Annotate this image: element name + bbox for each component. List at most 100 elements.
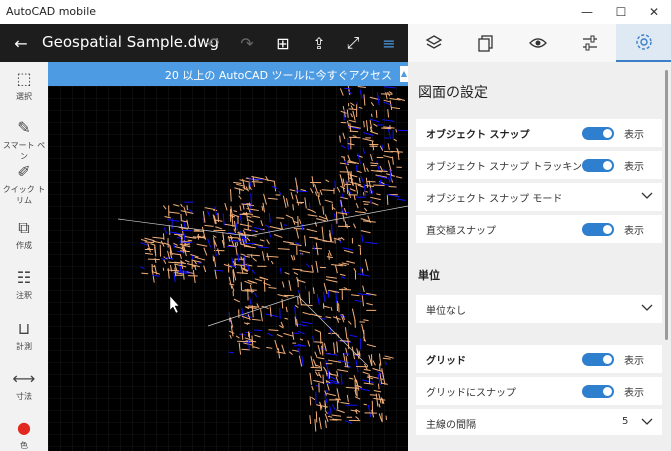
map-line: [237, 253, 240, 262]
drawing-canvas[interactable]: [48, 86, 408, 451]
map-line: [250, 193, 252, 205]
tool-smart-pen[interactable]: ✎ スマート ペン: [0, 117, 48, 162]
create-icon: ⧉: [18, 218, 30, 237]
close-button[interactable]: ✕: [637, 0, 671, 24]
eye-icon: [529, 38, 547, 48]
map-line: [297, 297, 299, 305]
map-line: [277, 248, 290, 250]
banner-expand-icon[interactable]: ▲: [400, 66, 408, 82]
map-line: [319, 403, 322, 411]
sliders-icon: [583, 35, 597, 51]
units-value: 単位なし: [426, 306, 466, 317]
redo-icon[interactable]: ↷: [234, 24, 260, 62]
tool-dimension[interactable]: ⟷ 寸法: [0, 368, 48, 402]
map-line: [241, 333, 244, 340]
tool-label: スマート ペン: [2, 141, 46, 161]
map-line: [254, 329, 263, 332]
snap-to-grid-row: グリッドにスナップ 表示: [416, 377, 662, 405]
map-line: [346, 223, 348, 229]
tab-properties[interactable]: [564, 24, 616, 62]
map-line: [236, 241, 239, 246]
grid-state: 表示: [624, 356, 644, 367]
map-line: [328, 252, 330, 260]
snap-to-grid-toggle[interactable]: [582, 385, 614, 398]
tab-blocks[interactable]: [460, 24, 512, 62]
gear-icon: [635, 34, 652, 50]
panel-tabs: [408, 24, 671, 62]
measure-icon: ⊔: [17, 319, 31, 338]
units-heading: 単位: [418, 269, 440, 282]
polar-snap-row: 直交極スナップ 表示: [416, 215, 662, 243]
tool-label: クイック トリム: [2, 185, 46, 205]
osnap-state: 表示: [624, 130, 644, 141]
map-line: [341, 156, 346, 158]
major-line-value: 5: [622, 416, 629, 427]
map-line: [141, 272, 149, 275]
document-name: Geospatial Sample.dwg: [42, 33, 220, 51]
map-line: [244, 289, 257, 291]
major-line-row[interactable]: 主線の間隔 5: [416, 409, 662, 435]
map-line: [308, 291, 311, 304]
grid-view-icon[interactable]: ⊞: [270, 24, 296, 62]
fullscreen-icon[interactable]: ⤢: [340, 24, 366, 62]
drawing-svg[interactable]: [48, 86, 408, 451]
undo-icon[interactable]: ↶: [200, 24, 226, 62]
map-line: [363, 120, 365, 128]
tool-color[interactable]: ● 色: [0, 417, 48, 451]
osnap-row: オブジェクト スナップ 表示: [416, 119, 662, 147]
blocks-icon: [478, 35, 493, 52]
panel-title: 図面の設定: [418, 85, 488, 101]
promo-banner[interactable]: 20 以上の AutoCAD ツールに今すぐアクセス ▲: [48, 62, 408, 86]
polar-snap-toggle[interactable]: [582, 223, 614, 236]
tab-layers[interactable]: [408, 24, 460, 62]
grid-row: グリッド 表示: [416, 345, 662, 373]
map-line: [395, 128, 398, 133]
map-line: [375, 109, 378, 118]
tab-settings[interactable]: [616, 24, 671, 62]
tool-measure[interactable]: ⊔ 計測: [0, 318, 48, 352]
share-icon[interactable]: ⇪: [306, 24, 332, 62]
map-line: [152, 274, 160, 277]
map-line: [343, 109, 345, 121]
back-arrow-icon[interactable]: ←: [8, 24, 34, 62]
tool-annotate[interactable]: ☷ 注釈: [0, 267, 48, 301]
tool-create[interactable]: ⧉ 作成: [0, 217, 48, 251]
units-dropdown[interactable]: 単位なし: [416, 295, 662, 323]
window-title: AutoCAD mobile: [6, 5, 97, 18]
osnap-mode-label: オブジェクト スナップ モード: [426, 194, 563, 205]
otrack-toggle[interactable]: [582, 159, 614, 172]
otrack-state: 表示: [624, 162, 644, 173]
map-line: [350, 170, 353, 182]
tool-label: 寸法: [16, 392, 32, 401]
map-line: [373, 184, 385, 187]
annotate-icon: ☷: [16, 268, 32, 287]
maximize-button[interactable]: ☐: [604, 0, 638, 24]
osnap-toggle[interactable]: [582, 127, 614, 140]
otrack-row: オブジェクト スナップ トラッキング 表示: [416, 151, 662, 179]
tool-select[interactable]: ⬚ 選択: [0, 68, 48, 102]
main-toolbar: ← Geospatial Sample.dwg ↶ ↷ ⊞ ⇪ ⤢ ≡: [0, 24, 408, 62]
grid-toggle[interactable]: [582, 353, 614, 366]
panel-scrollbar[interactable]: [665, 70, 668, 340]
tool-quick-trim[interactable]: ✐ クイック トリム: [0, 161, 48, 206]
tool-label: 選択: [16, 92, 32, 101]
tool-label: 注釈: [16, 291, 32, 300]
map-line: [183, 243, 190, 246]
otrack-label: オブジェクト スナップ トラッキング: [426, 162, 593, 173]
settings-panel: 図面の設定 オブジェクト スナップ 表示 オブジェクト スナップ トラッキング …: [408, 24, 671, 451]
map-line: [243, 257, 245, 270]
map-line: [313, 341, 324, 343]
polar-snap-label: 直交極スナップ: [426, 226, 496, 237]
snap-to-grid-state: 表示: [624, 388, 644, 399]
snap-to-grid-label: グリッドにスナップ: [426, 388, 516, 399]
menu-icon[interactable]: ≡: [374, 24, 404, 62]
osnap-mode-row[interactable]: オブジェクト スナップ モード: [416, 183, 662, 211]
map-line: [268, 329, 279, 331]
map-line: [377, 383, 380, 390]
tab-view[interactable]: [512, 24, 564, 62]
minimize-button[interactable]: —: [570, 0, 604, 24]
map-line: [310, 366, 322, 369]
osnap-label: オブジェクト スナップ: [426, 130, 530, 141]
chevron-down-icon: [641, 418, 653, 425]
chevron-down-icon: [641, 304, 653, 311]
